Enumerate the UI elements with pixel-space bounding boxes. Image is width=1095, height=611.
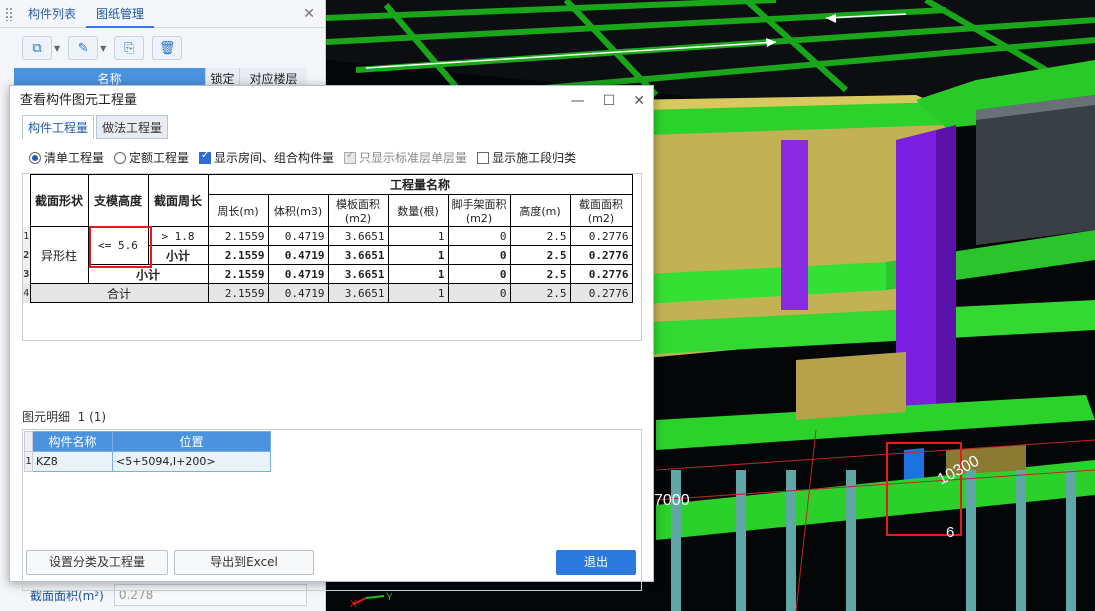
chevron-down-icon[interactable]: ▼	[100, 44, 106, 53]
quantity-dialog: 查看构件图元工程量 — ☐ ✕ 构件工程量 做法工程量 清单工程量 定额工程量 …	[9, 85, 654, 591]
dialog-tabs: 构件工程量 做法工程量	[22, 115, 170, 139]
option-construction-section[interactable]: 显示施工段归类	[477, 149, 576, 166]
left-panel-tabs: 构件列表 图纸管理 ✕	[0, 0, 325, 28]
cell-label[interactable]: 小计	[147, 245, 209, 265]
cell-component-name[interactable]: KZ8	[32, 451, 113, 472]
header-perimeter[interactable]: 周长(m)	[207, 194, 269, 227]
header-section-shape[interactable]: 截面形状	[29, 174, 89, 227]
detail-table: 构件名称 位置 1 KZ8 <5+5094,I+200>	[24, 431, 271, 472]
detail-row[interactable]: 1 KZ8 <5+5094,I+200>	[24, 451, 271, 472]
exit-button[interactable]: 退出	[556, 550, 636, 575]
axis-y-label: Y	[386, 592, 393, 603]
radio-icon[interactable]	[29, 151, 41, 164]
checkbox-icon[interactable]	[199, 150, 212, 164]
radio-icon[interactable]	[114, 151, 127, 164]
tab-method-quantity[interactable]: 做法工程量	[96, 115, 169, 139]
dialog-panel: 清单工程量 定额工程量 显示房间、组合构件量 只显示标准层单层量 显示施工段归类…	[22, 139, 642, 591]
header-component-name[interactable]: 构件名称	[32, 431, 113, 452]
option-bill-quantity[interactable]: 清单工程量	[29, 149, 104, 166]
header-count[interactable]: 数量(根)	[387, 194, 449, 227]
header-formwork-area[interactable]: 模板面积(m2)	[327, 194, 389, 227]
copy-drawing-icon[interactable]: ⎘	[114, 36, 145, 60]
dimension-label-7000: 7000	[654, 492, 690, 509]
dialog-title-bar[interactable]: 查看构件图元工程量 — ☐ ✕	[10, 86, 653, 114]
axis-label-6: 6	[946, 524, 954, 541]
options-row: 清单工程量 定额工程量 显示房间、组合构件量 只显示标准层单层量 显示施工段归类	[29, 149, 576, 166]
maximize-icon[interactable]: ☐	[603, 86, 616, 116]
minimize-icon[interactable]: —	[571, 86, 585, 116]
header-position[interactable]: 位置	[112, 431, 271, 452]
close-icon[interactable]: ✕	[303, 6, 315, 22]
detail-count: 1 (1)	[77, 410, 107, 424]
detail-title: 图元明细 1 (1)	[22, 410, 107, 424]
tab-component-quantity[interactable]: 构件工程量	[22, 115, 95, 139]
checkbox-icon[interactable]	[477, 151, 490, 164]
set-classification-button[interactable]: 设置分类及工程量	[26, 550, 168, 575]
option-show-room[interactable]: 显示房间、组合构件量	[199, 149, 334, 166]
height-highlight-box	[89, 226, 152, 268]
add-drawing-icon[interactable]: ⧉	[22, 36, 52, 60]
tab-drawing-management[interactable]: 图纸管理	[86, 0, 155, 28]
close-icon[interactable]: ✕	[633, 86, 645, 116]
dialog-buttons: 设置分类及工程量 导出到Excel 退出	[26, 550, 636, 576]
cell-position[interactable]: <5+5094,I+200>	[112, 451, 271, 472]
header-quantity-group: 工程量名称	[207, 174, 633, 195]
edit-drawing-icon[interactable]: ✎	[68, 36, 99, 60]
quantity-table-container: 截面形状 支模高度 截面周长 工程量名称 周长(m) 体积(m3) 模板面积(m…	[22, 173, 642, 341]
header-section-perimeter[interactable]: 截面周长	[147, 174, 209, 227]
left-panel-toolbar: ⧉ ▼ ✎ ▼ ⎘ 🗑	[0, 28, 325, 64]
tab-component-list[interactable]: 构件列表	[18, 0, 86, 28]
export-excel-button[interactable]: 导出到Excel	[174, 550, 314, 575]
option-quota-quantity[interactable]: 定额工程量	[114, 149, 189, 166]
header-formwork-height[interactable]: 支模高度	[87, 174, 149, 227]
cell-label[interactable]: > 1.8	[147, 226, 209, 246]
checkbox-icon	[344, 150, 357, 164]
axis-x-label: X	[350, 599, 357, 610]
header-height[interactable]: 高度(m)	[509, 194, 571, 227]
header-section-area[interactable]: 截面面积(m2)	[569, 194, 633, 227]
header-volume[interactable]: 体积(m3)	[267, 194, 329, 227]
header-scaffold-area[interactable]: 脚手架面积(m2)	[447, 194, 511, 227]
cell-shape[interactable]: 异形柱	[29, 226, 89, 284]
dialog-title: 查看构件图元工程量	[20, 93, 138, 108]
chevron-down-icon[interactable]: ▼	[54, 44, 60, 53]
cell-label[interactable]: 合计	[29, 283, 209, 303]
option-standard-floor: 只显示标准层单层量	[344, 149, 467, 166]
drag-grip-icon[interactable]	[5, 7, 13, 21]
table-row[interactable]: 4 合计 2.1559 0.4719 3.6651 1 0 2.5 0.2776	[23, 283, 633, 303]
delete-icon[interactable]: 🗑	[152, 36, 183, 60]
